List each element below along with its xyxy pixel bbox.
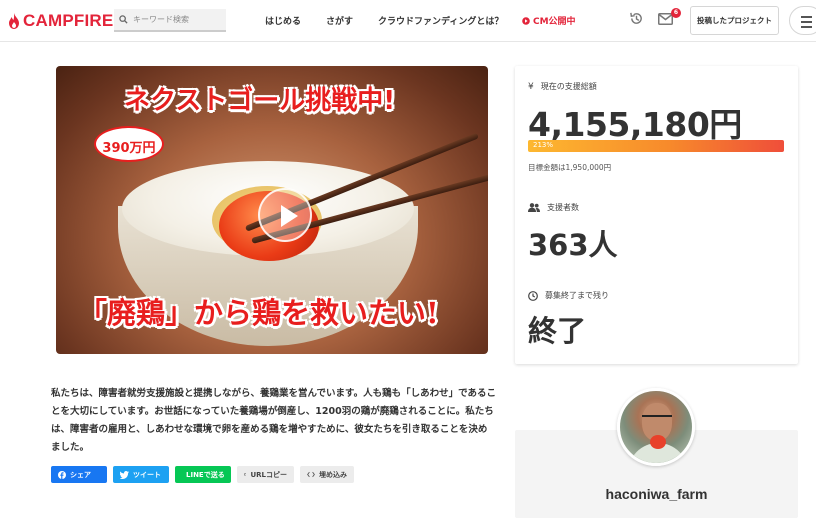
flame-icon [9,13,19,29]
owner-name[interactable]: haconiwa_farm [515,486,798,502]
search-input[interactable] [133,15,223,24]
remaining-label: 募集終了まで残り [528,290,609,301]
users-icon [528,203,540,212]
search-icon [119,15,128,24]
twitter-share-button[interactable]: ツイート [113,466,169,483]
search-box[interactable] [114,9,226,32]
twitter-icon [120,470,129,479]
funding-stats-panel: ¥ 現在の支援総額 4,155,180円 213% 目標金額は1,950,000… [515,66,798,364]
history-icon[interactable] [629,11,644,26]
goal-amount: 目標金額は1,950,000円 [528,163,612,172]
nav-start[interactable]: はじめる [265,14,301,27]
backers-label: 支援者数 [528,202,579,213]
share-buttons: シェア ツイート LINEで送る URLコピー 埋め込み [51,466,354,483]
owner-avatar[interactable] [617,388,695,466]
hero-subheadline: 「廃鶏」から鶏を救いたい! [78,296,439,330]
notification-badge: 6 [671,8,681,18]
progress-percent: 213% [533,141,554,149]
funded-label: ¥ 現在の支援総額 [528,81,597,92]
remaining-value: 終了 [528,314,587,348]
campfire-logo[interactable]: CAMPFIRE [8,10,113,32]
facebook-share-button[interactable]: シェア [51,466,107,483]
copy-icon [244,473,247,476]
posted-projects-button[interactable]: 投稿したプロジェクト [690,6,779,35]
project-description: 私たちは、障害者就労支援施設と提携しながら、養鶏業を営んでいます。人も鶏も「しあ… [51,388,496,453]
funding-progress-bar: 213% [528,140,784,152]
nav-cm-label: CM公開中 [533,17,576,27]
yen-icon: ¥ [528,81,534,92]
embed-button[interactable]: 埋め込み [300,466,354,483]
nav-about-crowdfunding[interactable]: クラウドファンディングとは？ [378,14,503,27]
play-circle-icon [522,16,530,25]
video-play-button[interactable] [258,188,312,242]
logo-text: CAMPFIRE [23,11,114,30]
copy-url-button[interactable]: URLコピー [237,466,294,483]
nav-cm[interactable]: CM公開中 [522,14,576,27]
funded-amount: 4,155,180円 [528,105,742,144]
menu-button[interactable] [789,6,816,35]
line-share-button[interactable]: LINEで送る [175,466,231,483]
hero-headline: ネクストゴール挑戦中! [124,86,396,116]
clock-icon [528,290,538,301]
menu-icon [801,16,812,18]
progress-fill [528,140,784,152]
next-goal-badge: 390万円 [94,126,164,162]
facebook-icon [58,470,66,479]
project-video[interactable]: ネクストゴール挑戦中! 390万円 「廃鶏」から鶏を救いたい! [56,66,488,354]
nav-explore[interactable]: さがす [326,14,353,27]
backers-count: 363人 [528,228,618,262]
code-icon [307,471,315,478]
site-header: CAMPFIRE はじめる さがす クラウドファンディングとは？ CM公開中 6… [0,0,816,42]
